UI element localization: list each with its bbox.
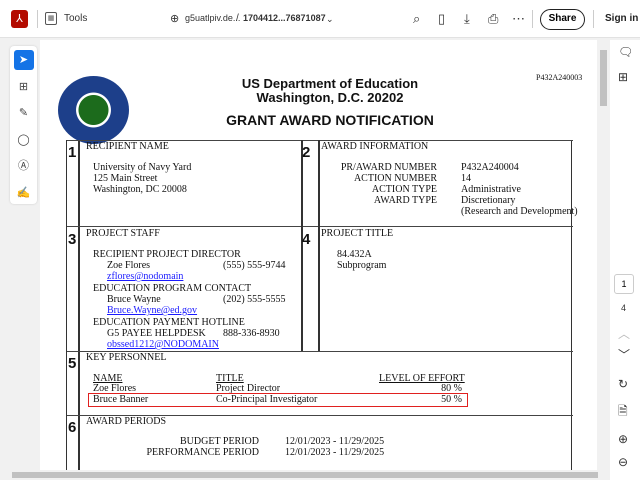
select-tool-icon[interactable]: ➤ xyxy=(13,50,34,70)
section-heading: KEY PERSONNEL xyxy=(86,352,167,363)
award-labels: PR/AWARD NUMBER ACTION NUMBER ACTION TYPE A… xyxy=(340,162,437,206)
divider xyxy=(532,10,533,28)
sign-in-button[interactable]: Sign in xyxy=(605,13,638,24)
current-page-input[interactable]: 1 xyxy=(614,274,634,294)
hotline-email-link[interactable]: obssed1212@NODOMAIN xyxy=(107,339,219,350)
divider xyxy=(593,10,594,28)
hotline-name: G5 PAYEE HELPDESK xyxy=(107,328,206,339)
horizontal-scrollbar-thumb[interactable] xyxy=(12,472,598,478)
right-rail: 🗨 ⊞ 4 ︿ ﹀ ↻ 🗎 ⊕ ⊖ xyxy=(610,40,640,480)
contact-name: Bruce Wayne xyxy=(107,294,161,305)
director-name: Zoe Flores xyxy=(107,260,151,271)
filename[interactable]: 1704412...76871087 xyxy=(243,13,326,23)
draw-icon[interactable]: ✎ xyxy=(14,103,34,123)
section-number: 6 xyxy=(68,419,77,436)
contact-phone: (202) 555-5555 xyxy=(223,294,286,305)
director-email-link[interactable]: zflores@nodomain xyxy=(107,271,183,282)
contact-heading: EDUCATION PROGRAM CONTACT xyxy=(93,283,252,294)
section-heading: PROJECT TITLE xyxy=(321,228,394,239)
section-heading: PROJECT STAFF xyxy=(86,228,160,239)
rotate-icon[interactable]: ↻ xyxy=(618,377,628,391)
award-table: 1 RECIPIENT NAME University of Navy Yard… xyxy=(66,140,578,470)
director-heading: RECIPIENT PROJECT DIRECTOR xyxy=(93,249,241,260)
tools-icon[interactable]: ▦ xyxy=(45,12,57,25)
left-tool-panel: ➤ ⊞ ✎ ◯ Ⓐ ✍ xyxy=(10,46,37,204)
period-labels: BUDGET PERIOD PERFORMANCE PERIOD xyxy=(146,436,259,458)
tools-button[interactable]: Tools xyxy=(64,13,87,24)
section-number: 4 xyxy=(302,231,311,248)
section-heading: RECIPIENT NAME xyxy=(86,141,169,152)
acrobat-logo-icon[interactable]: ⅄ xyxy=(11,10,28,28)
share-button[interactable]: Share xyxy=(540,9,585,30)
department-seal-logo xyxy=(58,76,129,144)
pdf-page: US Department of Education Washington, D… xyxy=(40,40,597,470)
agency-name: US Department of Education xyxy=(241,76,419,91)
domain-label: g5uatlpiv.de... xyxy=(185,13,241,23)
award-values: P432A240004 14 Administrative Discretionary… xyxy=(461,162,578,217)
agency-city: Washington, D.C. 20202 xyxy=(256,90,404,105)
thumbnails-icon[interactable]: ⊞ xyxy=(618,70,628,84)
top-toolbar: ⅄ ▦ Tools ⊕ g5uatlpiv.de... / 1704412...… xyxy=(0,0,640,38)
chevron-up-icon[interactable]: ︿ xyxy=(618,325,630,342)
search-icon[interactable]: ⌕ xyxy=(413,11,420,27)
document-title: GRANT AWARD NOTIFICATION xyxy=(226,112,434,128)
contact-email-link[interactable]: Bruce.Wayne@ed.gov xyxy=(107,305,197,316)
section-heading: AWARD PERIODS xyxy=(86,416,167,427)
recipient-street: 125 Main Street xyxy=(93,173,158,184)
hotline-heading: EDUCATION PAYMENT HOTLINE xyxy=(93,317,245,328)
text-select-icon[interactable]: Ⓐ xyxy=(14,156,34,176)
recipient-city: Washington, DC 20008 xyxy=(93,184,187,195)
sign-icon[interactable]: ✍ xyxy=(14,183,34,203)
document-code: P432A240003 xyxy=(536,73,583,82)
section-number: 5 xyxy=(68,355,77,372)
lasso-icon[interactable]: ◯ xyxy=(14,130,34,150)
more-icon[interactable]: ⋯ xyxy=(512,11,525,27)
globe-icon: ⊕ xyxy=(170,13,180,25)
chevron-down-icon[interactable]: ﹀ xyxy=(618,346,630,363)
print-icon[interactable]: ⎙ xyxy=(488,11,498,27)
add-comment-icon[interactable]: ⊞ xyxy=(14,77,34,97)
project-cfda: 84.432A xyxy=(337,249,372,260)
period-values: 12/01/2023 - 11/29/2025 12/01/2023 - 11/2… xyxy=(285,436,385,458)
section-heading: AWARD INFORMATION xyxy=(321,141,429,152)
recipient-name: University of Navy Yard xyxy=(93,162,192,173)
project-subprogram: Subprogram xyxy=(337,260,387,271)
divider xyxy=(37,10,38,28)
total-pages: 4 xyxy=(621,303,627,313)
path-separator: / xyxy=(236,13,239,24)
page-tools-icon[interactable]: 🗎 xyxy=(618,402,628,423)
vertical-scrollbar-thumb[interactable] xyxy=(600,50,607,106)
download-icon[interactable]: ⤓ xyxy=(464,11,470,27)
section-number: 1 xyxy=(68,144,77,161)
section-number: 2 xyxy=(302,144,311,161)
zoom-in-icon[interactable]: ⊕ xyxy=(618,432,628,446)
zoom-out-icon[interactable]: ⊖ xyxy=(618,455,628,469)
chevron-down-icon[interactable]: ⌄ xyxy=(326,11,334,27)
hotline-phone: 888-336-8930 xyxy=(223,328,280,339)
director-phone: (555) 555-9744 xyxy=(223,260,286,271)
table-row-highlighted: Bruce Banner Co-Principal Investigator 5… xyxy=(88,393,468,407)
section-number: 3 xyxy=(68,231,77,248)
page-view-icon[interactable]: ▯ xyxy=(438,11,445,27)
comments-icon[interactable]: 🗨 xyxy=(618,45,633,59)
